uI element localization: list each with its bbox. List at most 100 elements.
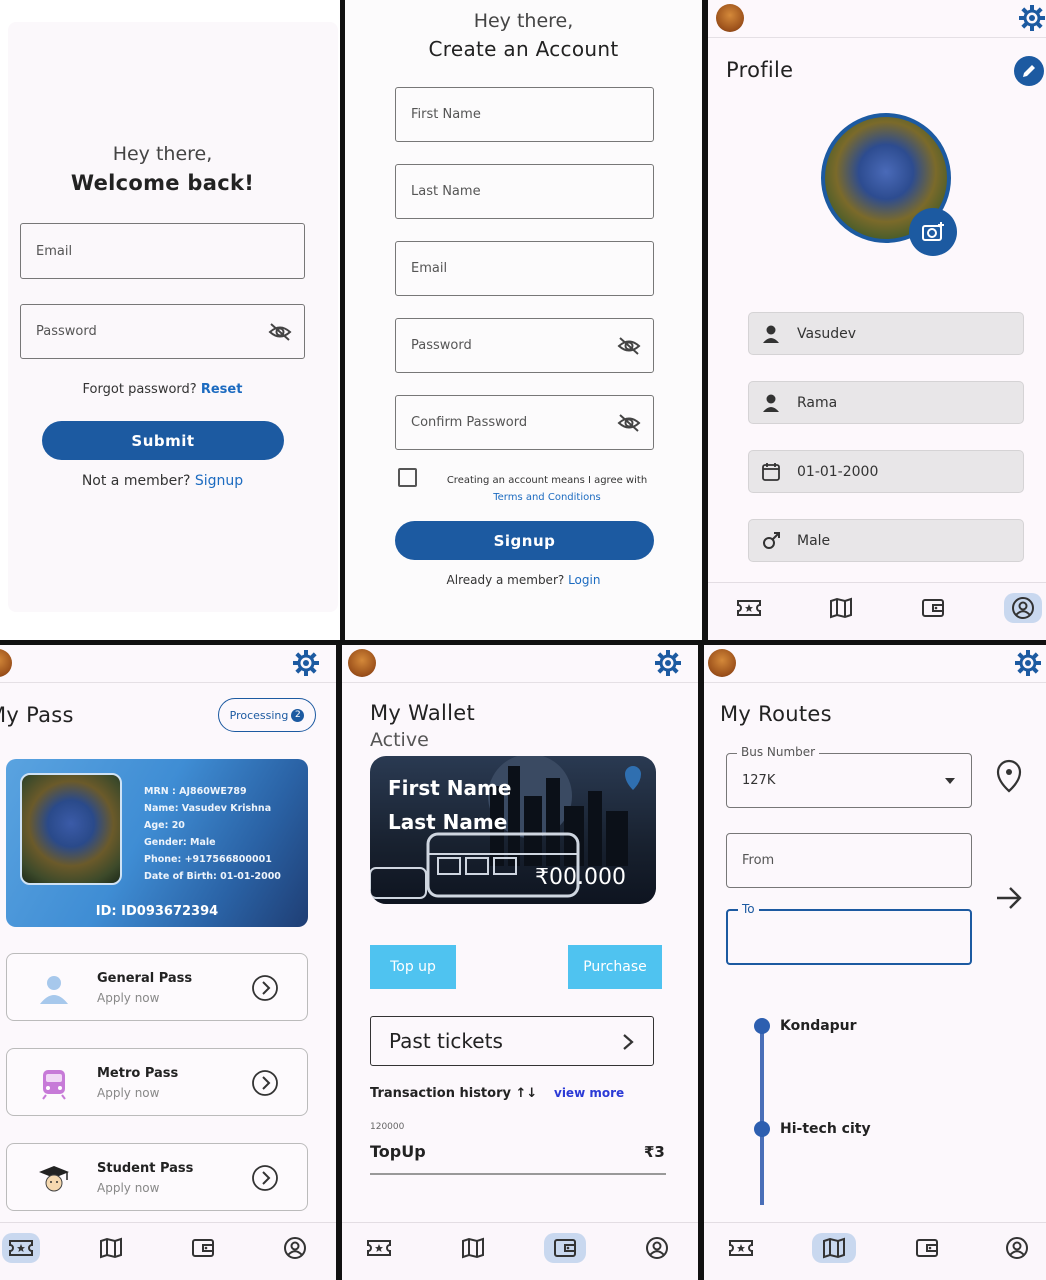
caret-down-icon — [945, 778, 955, 784]
chevron-right-icon[interactable] — [251, 974, 279, 1002]
status-badge[interactable]: Processing 2 — [218, 698, 316, 732]
password-field[interactable]: Password — [395, 318, 654, 373]
password-field[interactable]: Password — [20, 304, 305, 359]
option-name: General Pass — [97, 971, 193, 986]
pass-phone: Phone: +917566800001 — [144, 854, 272, 865]
nav-pass[interactable] — [2, 1233, 40, 1263]
signup-button[interactable]: Signup — [395, 521, 654, 560]
nav-wallet[interactable] — [184, 1233, 222, 1263]
nav-profile[interactable] — [638, 1233, 676, 1263]
gear-icon[interactable] — [1014, 649, 1042, 677]
chevron-right-icon — [623, 1034, 634, 1050]
last-name-field[interactable]: Last Name — [395, 164, 654, 219]
view-more-link[interactable]: view more — [554, 1086, 624, 1100]
last-name-field[interactable]: Rama — [748, 381, 1024, 424]
submit-button[interactable]: Submit — [42, 421, 284, 460]
person-icon — [763, 394, 779, 412]
nav-pass[interactable] — [722, 1233, 760, 1263]
nav-profile[interactable] — [276, 1233, 314, 1263]
change-photo-button[interactable] — [909, 208, 957, 256]
confirm-password-field[interactable]: Confirm Password — [395, 395, 654, 450]
nav-pass[interactable] — [360, 1233, 398, 1263]
pass-card[interactable]: MRN : AJ860WE789 Name: Vasudev Krishna A… — [6, 759, 308, 927]
eye-off-icon[interactable] — [617, 413, 641, 433]
gear-icon[interactable] — [292, 649, 320, 677]
first-name-field[interactable]: First Name — [395, 87, 654, 142]
arrow-right-icon[interactable] — [994, 885, 1024, 911]
option-sub: Apply now — [97, 1086, 160, 1100]
already-member-row: Already a member? Login — [345, 573, 702, 587]
terms-checkbox[interactable] — [398, 468, 417, 487]
gender-field[interactable]: Male — [748, 519, 1024, 562]
login-screen: Hey there, Welcome back! Email Password … — [0, 0, 340, 640]
avatar[interactable] — [708, 649, 736, 677]
nav-routes[interactable] — [812, 1233, 856, 1263]
nav-profile[interactable] — [998, 1233, 1036, 1263]
avatar[interactable] — [348, 649, 376, 677]
reset-link[interactable]: Reset — [201, 382, 243, 397]
person-icon — [40, 976, 68, 1004]
transaction-amount: ₹3 — [644, 1143, 665, 1161]
nav-routes[interactable] — [454, 1233, 492, 1263]
top-bar — [704, 645, 1046, 683]
confirm-password-placeholder: Confirm Password — [411, 415, 528, 430]
bottom-nav — [0, 1222, 336, 1280]
bottom-nav — [708, 582, 1046, 640]
purchase-button[interactable]: Purchase — [568, 945, 662, 989]
edit-button[interactable] — [1014, 56, 1044, 86]
pass-name: Name: Vasudev Krishna — [144, 803, 272, 814]
last-name-placeholder: Last Name — [411, 184, 481, 199]
account-circle-icon — [1012, 597, 1034, 619]
ticket-icon — [737, 600, 761, 616]
top-up-button[interactable]: Top up — [370, 945, 456, 989]
ticket-icon — [729, 1240, 753, 1256]
page-title: My Wallet — [370, 701, 476, 725]
email-field[interactable]: Email — [395, 241, 654, 296]
wallet-icon — [916, 1239, 938, 1257]
metro-pass-option[interactable]: Metro Pass Apply now — [6, 1048, 308, 1116]
nav-wallet[interactable] — [908, 1233, 946, 1263]
to-field[interactable]: To — [726, 902, 972, 965]
dob-value: 01-01-2000 — [797, 463, 879, 480]
location-pin-icon[interactable] — [995, 759, 1023, 793]
wallet-status: Active — [370, 729, 429, 751]
wallet-card[interactable]: First Name Last Name ₹00.000 — [370, 756, 656, 904]
login-link[interactable]: Login — [568, 573, 600, 587]
bus-number-value: 127K — [742, 773, 776, 788]
gear-icon[interactable] — [1018, 4, 1046, 32]
from-field[interactable]: From — [726, 833, 972, 888]
eye-off-icon[interactable] — [617, 336, 641, 356]
terms-link[interactable]: Terms and Conditions — [427, 489, 667, 506]
map-icon — [823, 1237, 845, 1259]
not-member-row: Not a member? Signup — [0, 473, 325, 489]
nav-routes[interactable] — [822, 593, 860, 623]
chevron-right-icon[interactable] — [251, 1164, 279, 1192]
avatar[interactable] — [716, 4, 744, 32]
first-name-field[interactable]: Vasudev — [748, 312, 1024, 355]
nav-pass[interactable] — [730, 593, 768, 623]
eye-off-icon[interactable] — [268, 322, 292, 342]
account-circle-icon — [1006, 1237, 1028, 1259]
profile-screen: Profile Vasudev Rama 01-01-2000 Male — [708, 0, 1046, 640]
general-pass-option[interactable]: General Pass Apply now — [6, 953, 308, 1021]
signup-link[interactable]: Signup — [195, 473, 243, 489]
route-stop-label: Kondapur — [780, 1018, 857, 1034]
nav-profile[interactable] — [1004, 593, 1042, 623]
past-tickets-button[interactable]: Past tickets — [370, 1016, 654, 1066]
chevron-right-icon[interactable] — [251, 1069, 279, 1097]
password-placeholder: Password — [36, 324, 97, 339]
wallet-first-name: First Name — [388, 776, 512, 800]
nav-wallet[interactable] — [914, 593, 952, 623]
email-field[interactable]: Email — [20, 223, 305, 279]
option-name: Student Pass — [97, 1161, 194, 1176]
avatar[interactable] — [0, 649, 12, 677]
nav-wallet[interactable] — [544, 1233, 586, 1263]
bus-number-select[interactable]: Bus Number 127K — [726, 745, 972, 808]
gear-icon[interactable] — [654, 649, 682, 677]
option-name: Metro Pass — [97, 1066, 179, 1081]
student-pass-option[interactable]: Student Pass Apply now — [6, 1143, 308, 1211]
forgot-password-row: Forgot password? Reset — [0, 382, 325, 397]
wallet-icon — [922, 599, 944, 617]
dob-field[interactable]: 01-01-2000 — [748, 450, 1024, 493]
nav-routes[interactable] — [92, 1233, 130, 1263]
